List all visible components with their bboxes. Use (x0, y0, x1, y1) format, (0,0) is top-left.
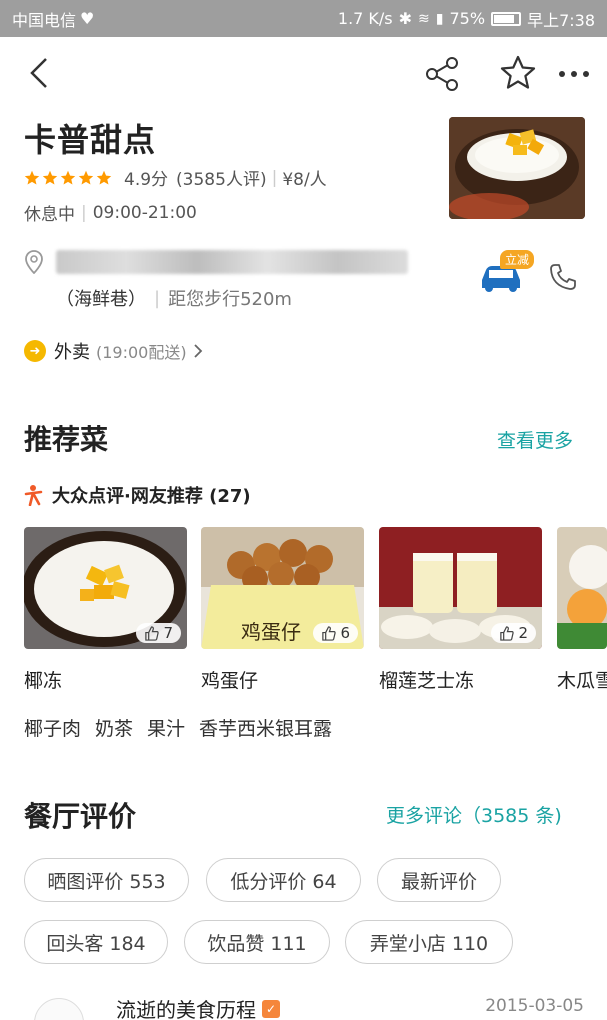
review-filter-chip[interactable]: 低分评价 64 (206, 858, 361, 902)
battery-icon (491, 11, 522, 26)
reviewer-name: 流逝的美食历程 (116, 998, 256, 1020)
price-per-person: ¥8/人 (282, 170, 327, 190)
see-more-link[interactable]: 查看更多 (497, 426, 573, 453)
thumbs-up-icon (500, 625, 515, 641)
chevron-right-icon (193, 344, 202, 358)
dish-tags: 椰子肉 奶茶 果汁 香芋西米银耳露 (24, 714, 332, 741)
top-nav (0, 37, 607, 109)
address-blurred[interactable] (56, 250, 408, 274)
review-filter-chip[interactable]: 饮品赞 111 (184, 920, 330, 964)
business-hours: 09:00-21:00 (92, 202, 197, 223)
carrier-label: 中国电信 (12, 10, 77, 30)
reviewer[interactable]: 流逝的美食历程 ✓ (116, 994, 280, 1020)
share-icon[interactable] (424, 55, 462, 93)
dish-name[interactable]: 木瓜雪 (557, 666, 607, 693)
dish-card[interactable]: 7 (24, 527, 187, 649)
score: 4.9分 (124, 170, 169, 190)
back-icon[interactable] (24, 53, 60, 93)
dish-card[interactable]: 鸡蛋仔 6 (201, 527, 364, 649)
review-filter-chip[interactable]: 回头客 184 (24, 920, 168, 964)
address-detail: （海鲜巷） | 距您步行520m (56, 285, 292, 311)
more-icon[interactable] (556, 55, 592, 93)
dish-tag[interactable]: 椰子肉 (24, 714, 81, 741)
area-name: （海鲜巷） (56, 289, 146, 310)
taxi-button[interactable]: 立减 (476, 250, 534, 296)
review-date: 2015-03-05 (485, 996, 584, 1016)
heart-icon: ♥ (80, 9, 95, 28)
favorite-star-icon[interactable] (498, 53, 538, 93)
location-pin-icon (25, 250, 43, 274)
star-rating (24, 170, 112, 186)
star-icon (78, 170, 94, 185)
star-icon (96, 170, 112, 185)
status-bar: 中国电信 ♥ 1.7 K/s ✱ ≋ ▮ 75% 早上7:38 (0, 0, 607, 37)
dish-card[interactable]: 2 (379, 527, 542, 649)
separator: | (81, 202, 87, 223)
takeout-icon: ➜ (24, 340, 46, 362)
package-text: 鸡蛋仔 (241, 620, 301, 644)
dish-photo (557, 527, 607, 649)
like-count: 2 (491, 623, 536, 643)
vip-badge-icon: ✓ (262, 999, 280, 1018)
separator: | (271, 167, 278, 188)
dish-name[interactable]: 榴莲芝士冻 (379, 666, 474, 693)
dish-tag[interactable]: 香芋西米银耳露 (199, 714, 332, 741)
star-icon (60, 170, 76, 185)
discount-badge: 立减 (499, 250, 534, 269)
recommend-title: 推荐菜 (24, 423, 109, 456)
wifi-icon: ≋ (418, 10, 430, 27)
dianping-logo-icon (24, 485, 43, 506)
like-number: 6 (340, 624, 350, 642)
takeout-label: 外卖 (54, 342, 90, 363)
takeout-detail: (19:00配送) (96, 343, 187, 362)
like-count: 7 (136, 623, 181, 643)
avatar[interactable] (34, 998, 84, 1020)
review-filter-chip[interactable]: 最新评价 (377, 858, 501, 902)
like-number: 7 (163, 624, 173, 642)
rating-row: 4.9分 (3585人评) | ¥8/人 (24, 165, 327, 190)
walking-distance: 距您步行520m (168, 289, 292, 310)
recommend-source-text: 大众点评·网友推荐 (27) (52, 486, 251, 507)
dish-tag[interactable]: 果汁 (147, 714, 185, 741)
hours-row: 休息中 | 09:00-21:00 (24, 200, 197, 226)
coconut-jelly-photo (449, 117, 585, 219)
like-count: 6 (313, 623, 358, 643)
review-count[interactable]: (3585人评) (176, 165, 267, 190)
dish-name[interactable]: 鸡蛋仔 (201, 666, 258, 693)
shop-cover-photo[interactable] (449, 117, 585, 219)
reviews-title: 餐厅评价 (24, 800, 137, 833)
dish-card[interactable] (557, 527, 607, 649)
thumbs-up-icon (145, 625, 160, 641)
dish-tag[interactable]: 奶茶 (95, 714, 133, 741)
review-item[interactable]: 流逝的美食历程 ✓ 2015-03-05 (24, 990, 584, 1020)
star-icon (42, 170, 58, 185)
dish-name[interactable]: 椰冻 (24, 666, 62, 693)
open-status: 休息中 (24, 205, 75, 225)
recommend-source: 大众点评·网友推荐 (27) (24, 482, 251, 508)
shop-name: 卡普甜点 (24, 121, 157, 159)
battery-percent: 75% (449, 9, 486, 28)
phone-icon[interactable] (548, 262, 578, 292)
signal-icon: ▮ (435, 10, 444, 27)
like-number: 2 (518, 624, 528, 642)
review-filter-chip[interactable]: 晒图评价 553 (24, 858, 189, 902)
thumbs-up-icon (322, 625, 337, 641)
clock: 早上7:38 (527, 10, 595, 30)
network-speed: 1.7 K/s (337, 9, 393, 28)
more-reviews-link[interactable]: 更多评论（3585 条) (386, 801, 562, 828)
takeout-row[interactable]: ➜ 外卖 (19:00配送) (24, 338, 203, 364)
separator: | (154, 287, 161, 309)
star-icon (24, 170, 40, 185)
bluetooth-icon: ✱ (398, 9, 413, 28)
review-filter-chip[interactable]: 弄堂小店 110 (345, 920, 513, 964)
